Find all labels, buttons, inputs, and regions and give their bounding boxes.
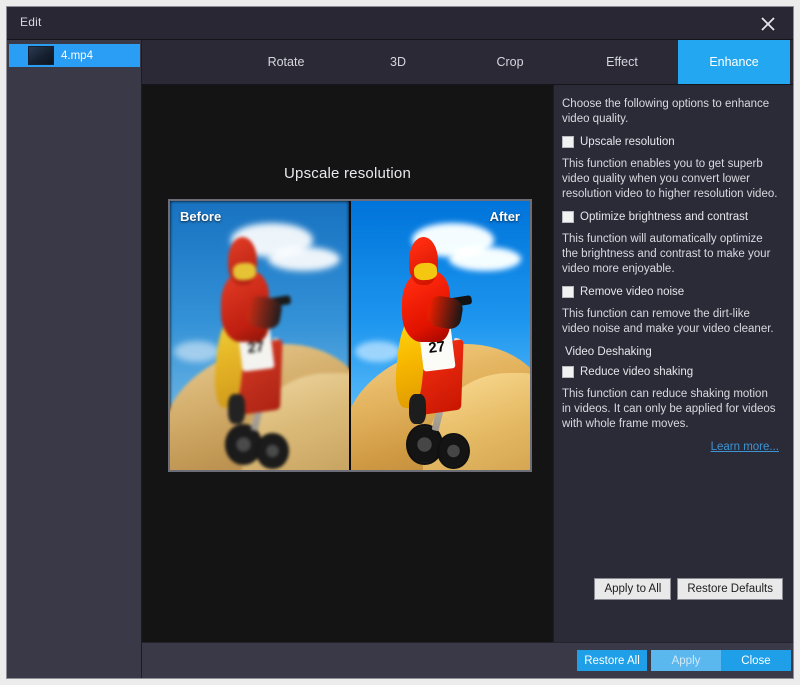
upscale-resolution-description: This function enables you to get superb …: [562, 157, 783, 202]
file-name-label: 4.mp4: [61, 50, 93, 62]
remove-noise-description: This function can remove the dirt-like v…: [562, 307, 783, 337]
tab-rotate[interactable]: Rotate: [230, 40, 342, 84]
close-dialog-button[interactable]: Close: [721, 650, 791, 671]
checkbox-label: Upscale resolution: [580, 136, 675, 148]
before-label: Before: [180, 209, 221, 224]
tab-enhance[interactable]: Enhance: [678, 40, 790, 84]
checkbox-reduce-video-shaking[interactable]: Reduce video shaking: [562, 366, 783, 378]
learn-more-link[interactable]: Learn more...: [562, 441, 779, 453]
restore-defaults-button[interactable]: Restore Defaults: [677, 578, 783, 600]
checkbox-optimize-brightness-contrast[interactable]: Optimize brightness and contrast: [562, 211, 783, 223]
tab-effect[interactable]: Effect: [566, 40, 678, 84]
checkbox-icon[interactable]: [562, 136, 574, 148]
file-sidebar: 4.mp4: [7, 40, 142, 678]
after-photo: 27: [351, 201, 530, 470]
before-after-comparison: Before: [168, 199, 532, 472]
helmet-visor: [413, 263, 437, 281]
checkbox-icon[interactable]: [562, 366, 574, 378]
front-wheel: [256, 433, 289, 470]
checkbox-upscale-resolution[interactable]: Upscale resolution: [562, 136, 783, 148]
video-thumbnail-icon: [28, 46, 54, 65]
checkbox-label: Optimize brightness and contrast: [580, 211, 748, 223]
checkbox-label: Remove video noise: [580, 286, 684, 298]
tab-watermark[interactable]: Watermark: [790, 40, 800, 84]
tab-bar: Rotate 3D Crop Effect Enhance Watermark: [142, 40, 793, 85]
checkbox-label: Reduce video shaking: [580, 366, 693, 378]
checkbox-remove-video-noise[interactable]: Remove video noise: [562, 286, 783, 298]
options-intro: Choose the following options to enhance …: [562, 97, 783, 127]
rider-boot: [409, 394, 426, 425]
preview-title: Upscale resolution: [142, 165, 553, 182]
before-photo: 27: [170, 201, 349, 470]
tab-crop[interactable]: Crop: [454, 40, 566, 84]
checkbox-icon[interactable]: [562, 211, 574, 223]
helmet-visor: [232, 263, 256, 281]
title-bar: Edit: [7, 7, 793, 40]
preview-stage: Upscale resolution Before: [142, 85, 554, 644]
enhance-options-panel: Choose the following options to enhance …: [554, 85, 793, 678]
apply-to-all-button[interactable]: Apply to All: [594, 578, 671, 600]
video-deshaking-heading: Video Deshaking: [565, 346, 783, 358]
reduce-shaking-description: This function can reduce shaking motion …: [562, 387, 783, 432]
rider-boot: [228, 394, 245, 425]
edit-dialog: Edit 4.mp4 Rotate 3D Crop Effect: [6, 6, 794, 679]
before-image: Before: [170, 201, 349, 470]
window-title: Edit: [20, 15, 41, 29]
close-button[interactable]: [749, 10, 787, 37]
checkbox-icon[interactable]: [562, 286, 574, 298]
front-wheel: [437, 433, 470, 470]
apply-button[interactable]: Apply: [651, 650, 721, 671]
dialog-footer: Restore All Apply Close: [142, 642, 793, 678]
motocross-rider: 27: [199, 228, 321, 465]
sidebar-item-file[interactable]: 4.mp4: [9, 44, 140, 67]
after-label: After: [490, 209, 520, 224]
application-window: Edit 4.mp4 Rotate 3D Crop Effect: [0, 0, 800, 685]
panel-button-group: Apply to All Restore Defaults: [594, 578, 783, 600]
motocross-rider: 27: [380, 228, 502, 465]
tab-3d[interactable]: 3D: [342, 40, 454, 84]
restore-all-button[interactable]: Restore All: [577, 650, 647, 671]
after-image: After: [349, 201, 530, 470]
optimize-brightness-description: This function will automatically optimiz…: [562, 232, 783, 277]
